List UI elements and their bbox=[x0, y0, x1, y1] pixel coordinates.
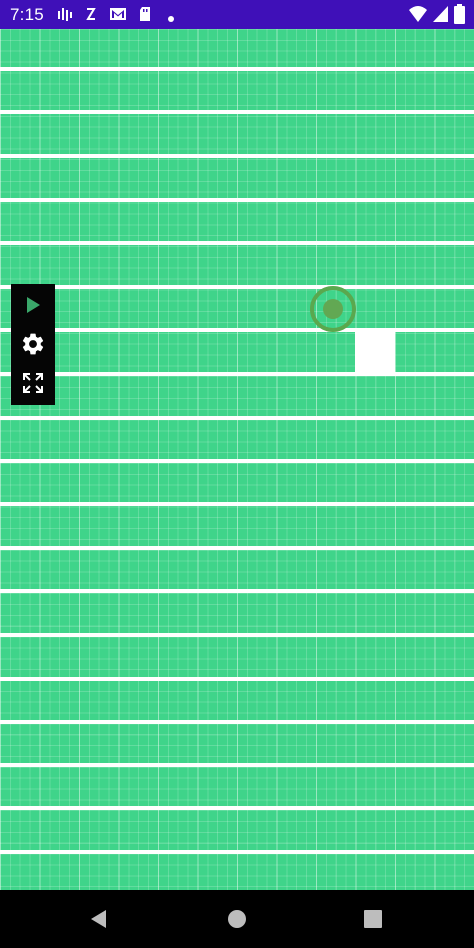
board-line bbox=[0, 328, 474, 332]
board-line bbox=[0, 154, 474, 158]
sd-card-icon bbox=[138, 6, 152, 27]
board-line bbox=[0, 677, 474, 681]
back-icon[interactable] bbox=[89, 909, 109, 934]
gmail-icon bbox=[109, 6, 127, 27]
settings-button[interactable] bbox=[11, 325, 55, 363]
board-line bbox=[0, 285, 474, 289]
wifi-icon bbox=[408, 5, 428, 28]
board-line bbox=[0, 546, 474, 550]
board-line bbox=[0, 589, 474, 593]
board-line bbox=[0, 633, 474, 637]
status-bar: 7:15 bbox=[0, 0, 474, 29]
status-time: 7:15 bbox=[10, 5, 44, 24]
battery-icon bbox=[454, 4, 465, 29]
board-line bbox=[0, 372, 474, 376]
floating-toolbar bbox=[11, 284, 55, 405]
board-line bbox=[0, 241, 474, 245]
board-line bbox=[0, 416, 474, 420]
board-line bbox=[0, 502, 474, 506]
board-line bbox=[0, 850, 474, 854]
board-line bbox=[0, 806, 474, 810]
recents-icon[interactable] bbox=[364, 910, 382, 933]
board-line bbox=[0, 198, 474, 202]
board-line bbox=[0, 67, 474, 71]
board-line bbox=[0, 110, 474, 114]
signal-tester-icon bbox=[57, 6, 73, 27]
board-line bbox=[0, 763, 474, 767]
notification-dot-icon bbox=[167, 10, 175, 28]
cellular-signal-icon bbox=[432, 5, 449, 28]
target-tile[interactable] bbox=[355, 331, 395, 375]
fullscreen-button[interactable] bbox=[11, 364, 55, 402]
board-line bbox=[0, 720, 474, 724]
gear-icon bbox=[22, 333, 44, 355]
fullscreen-icon bbox=[23, 373, 43, 393]
home-icon[interactable] bbox=[227, 909, 247, 934]
player-marker[interactable] bbox=[310, 286, 356, 332]
player-dot bbox=[323, 299, 343, 319]
play-icon bbox=[27, 297, 40, 313]
board-line bbox=[0, 459, 474, 463]
sync-icon bbox=[84, 6, 98, 27]
play-button[interactable] bbox=[11, 286, 55, 324]
navigation-bar bbox=[0, 890, 474, 948]
